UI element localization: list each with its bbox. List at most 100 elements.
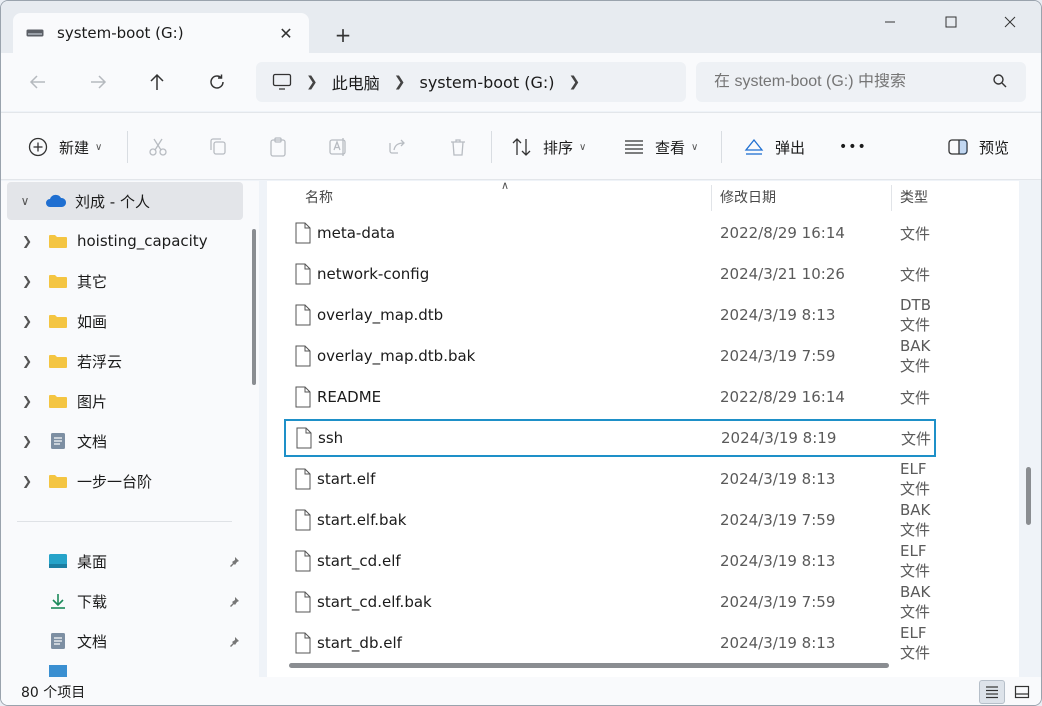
- chevron-right-icon[interactable]: ❯: [17, 274, 37, 288]
- chevron-right-icon[interactable]: ❯: [17, 234, 37, 248]
- file-type: BAK 文件: [900, 500, 931, 539]
- file-type: 文件: [901, 429, 932, 448]
- chevron-right-icon[interactable]: ❯: [17, 434, 37, 448]
- chevron-down-icon[interactable]: ∨: [15, 194, 35, 208]
- nav-quick-desktop[interactable]: 桌面: [17, 542, 242, 580]
- plus-circle-icon: [27, 136, 49, 158]
- nav-quick-downloads[interactable]: 下载: [17, 582, 242, 620]
- cut-button[interactable]: [147, 131, 169, 163]
- nav-label: 如画: [77, 312, 108, 331]
- nav-folder[interactable]: ❯ 其它: [17, 262, 242, 300]
- address-row: ❯ 此电脑 ❯ system-boot (G:) ❯: [1, 53, 1041, 111]
- pin-icon[interactable]: [228, 554, 240, 572]
- chevron-right-icon[interactable]: ❯: [17, 474, 37, 488]
- nav-label: 图片: [77, 392, 108, 411]
- rename-button[interactable]: [327, 131, 349, 163]
- file-icon: [295, 345, 311, 367]
- chevron-right-icon[interactable]: ❯: [394, 74, 406, 90]
- copy-button[interactable]: [207, 131, 229, 163]
- file-row[interactable]: network-config 2024/3/21 10:26 文件: [285, 255, 935, 293]
- sort-icon: [511, 136, 533, 158]
- file-row[interactable]: ssh 2024/3/19 8:19 文件: [284, 419, 936, 457]
- share-button[interactable]: [387, 131, 409, 163]
- search-box[interactable]: [696, 62, 1026, 102]
- nav-folder[interactable]: ❯ 一步一台阶: [17, 462, 242, 500]
- horizontal-scrollbar[interactable]: [289, 663, 889, 668]
- new-tab-button[interactable]: +: [331, 23, 355, 47]
- refresh-button[interactable]: [200, 65, 234, 99]
- breadcrumb-this-pc[interactable]: 此电脑: [332, 70, 380, 94]
- nav-onedrive-personal[interactable]: ∨ 刘成 - 个人: [7, 182, 243, 220]
- chevron-right-icon[interactable]: ❯: [17, 394, 37, 408]
- nav-scrollbar[interactable]: [252, 229, 256, 385]
- file-type: 文件: [900, 224, 931, 243]
- file-date: 2024/3/19 8:13: [720, 634, 836, 652]
- nav-quick-documents[interactable]: 文档: [17, 622, 242, 660]
- nav-label: 其它: [77, 272, 108, 291]
- chevron-right-icon[interactable]: ❯: [17, 354, 37, 368]
- nav-documents[interactable]: ❯ 文档: [17, 422, 242, 460]
- new-label: 新建: [59, 138, 90, 157]
- tiles-view-button[interactable]: [1009, 680, 1035, 704]
- column-divider[interactable]: [891, 185, 892, 211]
- file-date: 2024/3/19 8:13: [720, 306, 836, 324]
- file-row[interactable]: overlay_map.dtb 2024/3/19 8:13 DTB 文件: [285, 296, 935, 334]
- search-input[interactable]: [714, 73, 984, 91]
- breadcrumb-drive[interactable]: system-boot (G:): [419, 73, 554, 92]
- rename-icon: [327, 136, 349, 158]
- chevron-right-icon[interactable]: ❯: [306, 74, 318, 90]
- nav-folder[interactable]: ❯ hoisting_capacity: [17, 222, 242, 260]
- delete-button[interactable]: [447, 131, 469, 163]
- file-row[interactable]: README 2022/8/29 16:14 文件: [285, 378, 935, 416]
- file-row[interactable]: start_cd.elf.bak 2024/3/19 7:59 BAK 文件: [285, 583, 935, 621]
- pin-icon[interactable]: [228, 594, 240, 612]
- nav-label: 一步一台阶: [77, 472, 153, 491]
- file-row[interactable]: start_db.elf 2024/3/19 8:13 ELF 文件: [285, 624, 935, 662]
- chevron-down-icon: ∨: [95, 141, 103, 153]
- file-row[interactable]: overlay_map.dtb.bak 2024/3/19 7:59 BAK 文件: [285, 337, 935, 375]
- minimize-button[interactable]: [867, 7, 913, 37]
- pin-icon[interactable]: [228, 634, 240, 652]
- back-button[interactable]: [21, 65, 55, 99]
- onedrive-icon: [45, 192, 67, 210]
- file-date: 2024/3/21 10:26: [720, 265, 845, 283]
- refresh-icon: [210, 74, 224, 89]
- file-row[interactable]: start_cd.elf 2024/3/19 8:13 ELF 文件: [285, 542, 935, 580]
- paste-button[interactable]: [267, 131, 289, 163]
- toolbar-divider: [721, 131, 722, 163]
- nav-quick-more[interactable]: [17, 665, 242, 677]
- toolbar-divider: [491, 131, 492, 163]
- column-divider[interactable]: [711, 185, 712, 211]
- more-options-icon[interactable]: •••: [839, 131, 867, 163]
- close-button[interactable]: [987, 7, 1033, 37]
- search-icon[interactable]: [992, 73, 1008, 93]
- column-header-type[interactable]: 类型: [900, 181, 928, 213]
- details-view-button[interactable]: [979, 680, 1005, 704]
- sort-ascending-icon: ∧: [501, 181, 510, 192]
- folder-icon: [47, 312, 69, 330]
- maximize-button[interactable]: [928, 7, 974, 37]
- column-header-name[interactable]: 名称: [305, 181, 333, 213]
- forward-button[interactable]: [81, 65, 115, 99]
- clipboard-icon: [267, 136, 289, 158]
- up-button[interactable]: [140, 65, 174, 99]
- nav-folder[interactable]: ❯ 图片: [17, 382, 242, 420]
- chevron-right-icon[interactable]: ❯: [17, 314, 37, 328]
- nav-folder[interactable]: ❯ 如画: [17, 302, 242, 340]
- tab-system-boot[interactable]: system-boot (G:) ✕: [13, 13, 309, 53]
- eject-button[interactable]: 弹出: [743, 131, 805, 163]
- tab-close-icon[interactable]: ✕: [275, 22, 297, 44]
- sort-button[interactable]: 排序 ∨: [511, 131, 586, 163]
- vertical-scrollbar[interactable]: [1026, 467, 1031, 525]
- address-bar[interactable]: ❯ 此电脑 ❯ system-boot (G:) ❯: [256, 62, 686, 102]
- nav-folder[interactable]: ❯ 若浮云: [17, 342, 242, 380]
- view-button[interactable]: 查看 ∨: [623, 131, 698, 163]
- file-row[interactable]: start.elf.bak 2024/3/19 7:59 BAK 文件: [285, 501, 935, 539]
- file-row[interactable]: start.elf 2024/3/19 8:13 ELF 文件: [285, 460, 935, 498]
- file-row[interactable]: meta-data 2022/8/29 16:14 文件: [285, 214, 935, 252]
- preview-button[interactable]: 预览: [947, 131, 1009, 163]
- column-header-date[interactable]: 修改日期: [720, 181, 776, 213]
- file-icon: [295, 550, 311, 572]
- chevron-right-icon[interactable]: ❯: [568, 74, 580, 90]
- new-button[interactable]: 新建 ∨: [27, 131, 102, 163]
